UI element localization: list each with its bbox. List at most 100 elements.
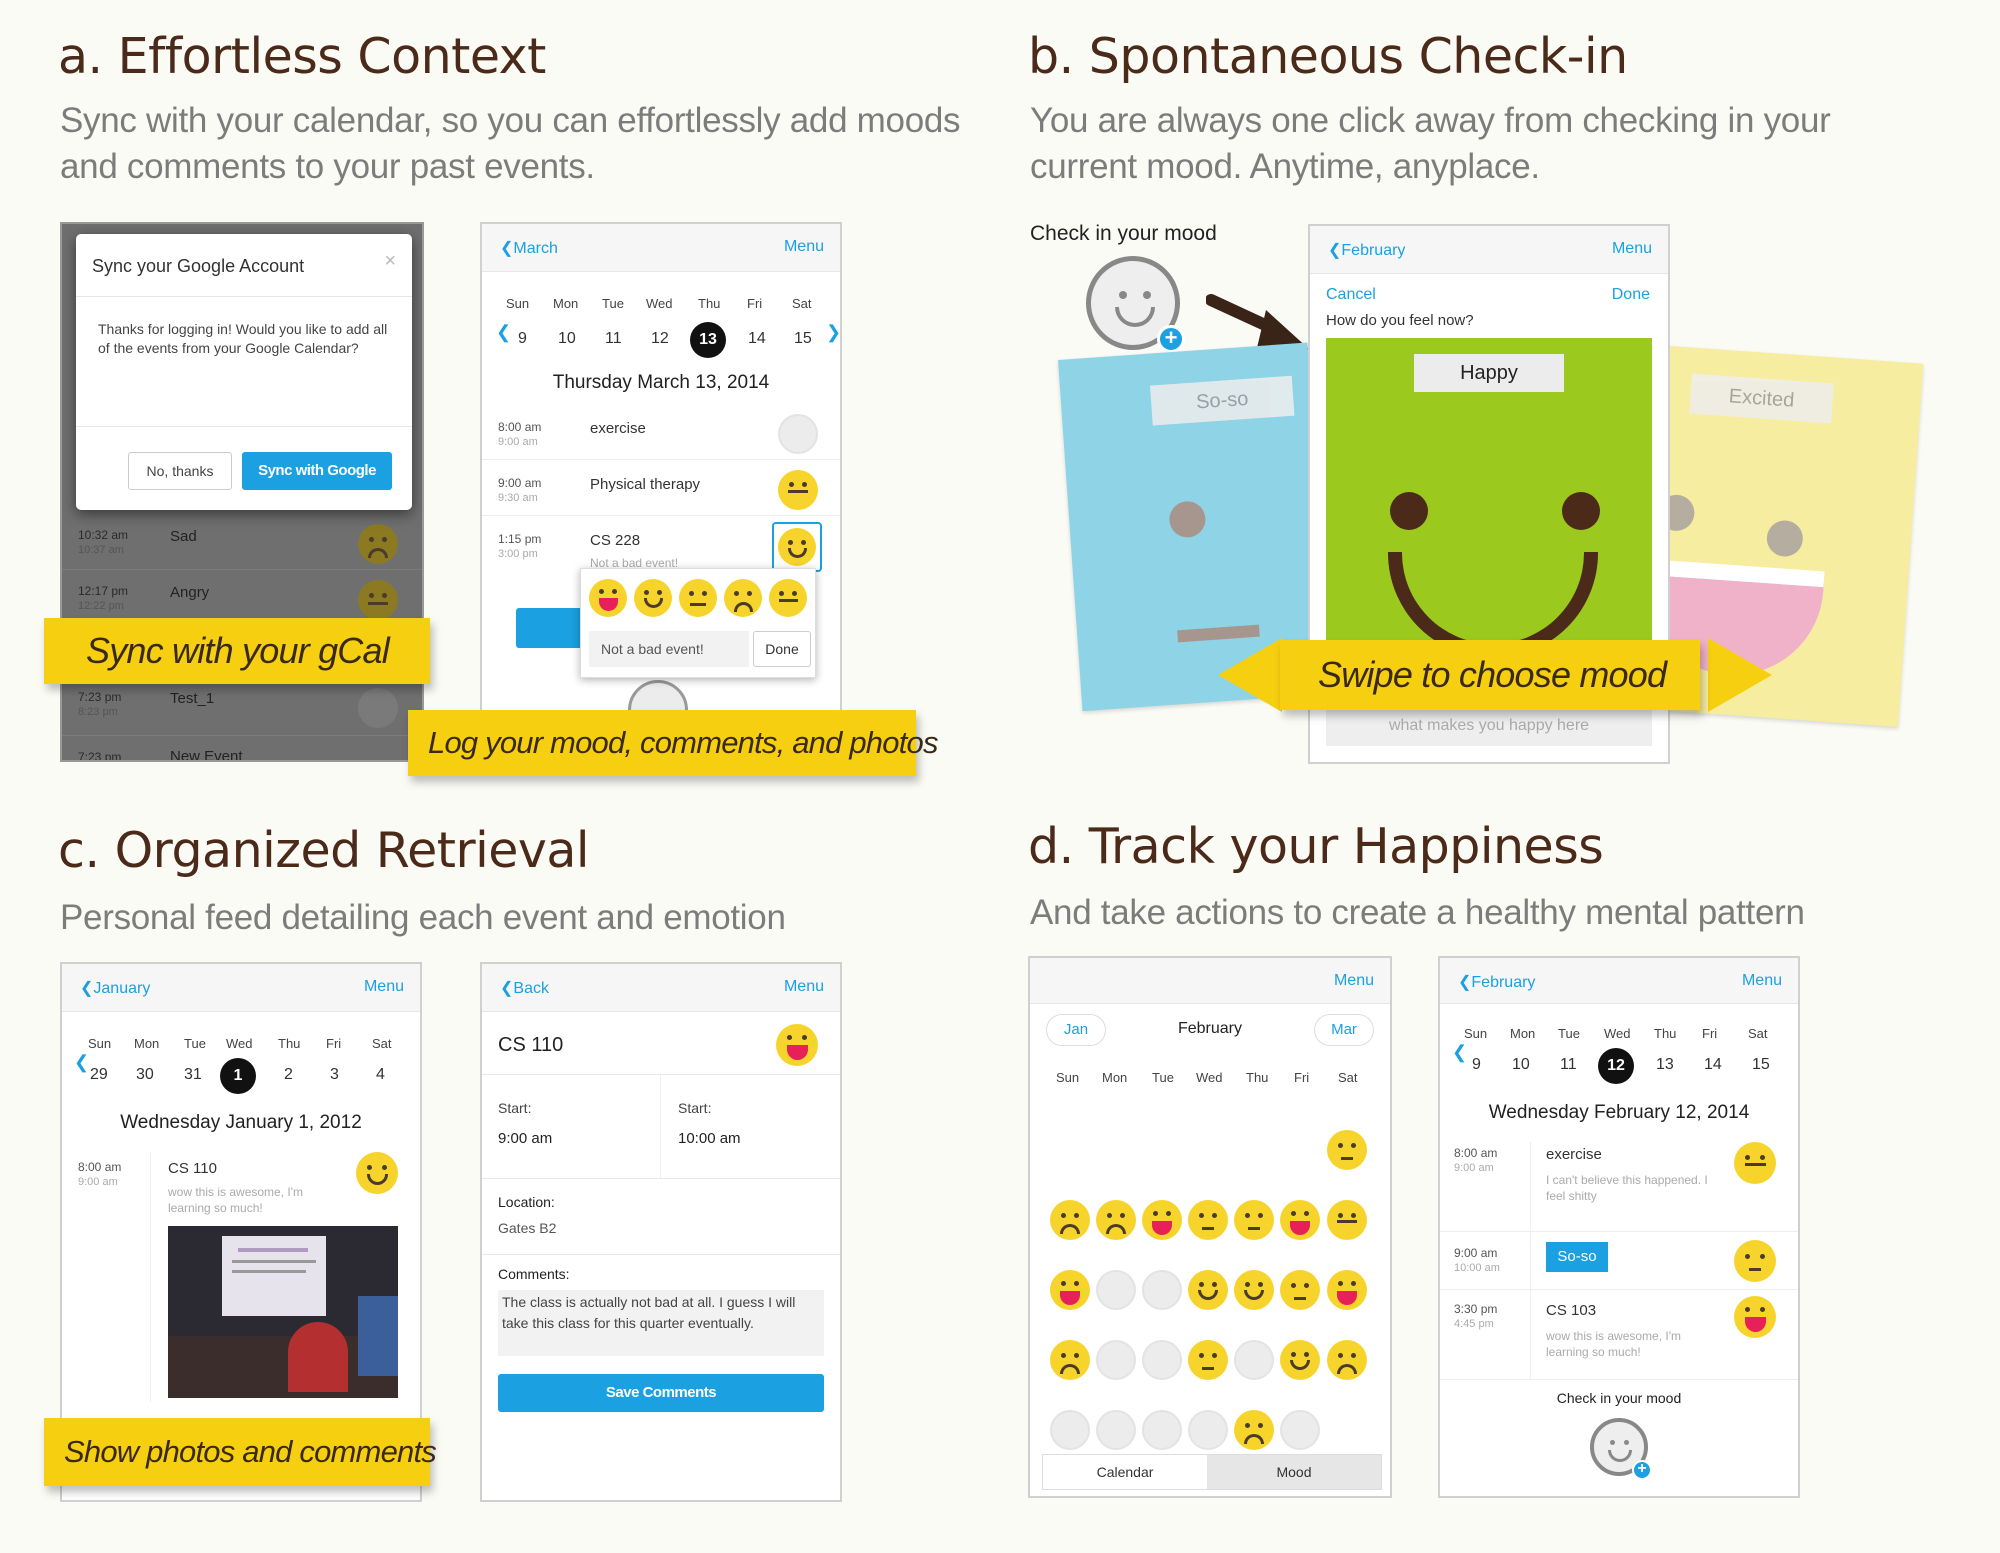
mood-day-cell[interactable] [1188,1270,1228,1310]
mood-popup: Not a bad event! Done [580,568,816,678]
event-row[interactable]: 9:00 am 10:00 am So-so [1440,1232,1798,1290]
excited-face-icon[interactable] [1734,1296,1776,1338]
happy-face-icon[interactable] [356,1152,398,1194]
mood-day-cell[interactable] [1327,1200,1367,1240]
chevron-left-icon: ❮ [1458,974,1472,991]
feed-item[interactable]: 8:00 am 9:00 am CS 110 wow this is aweso… [62,1152,420,1402]
event-row[interactable]: 8:00 am 9:00 am exercise I can't believe… [1440,1142,1798,1232]
no-thanks-button[interactable]: No, thanks [128,452,232,490]
sad-face-icon [358,524,398,564]
menu-link[interactable]: Menu [1334,972,1374,990]
dialog-body: Thanks for logging in! Would you like to… [98,321,388,356]
mood-day-cell[interactable] [1050,1270,1090,1310]
excited-face-icon[interactable] [589,579,627,617]
happy-face-icon [778,528,816,566]
mood-selected-frame[interactable] [772,522,822,572]
done-link[interactable]: Done [1612,286,1650,304]
mood-day-cell[interactable] [1280,1270,1320,1310]
neutral-face-icon[interactable] [778,414,818,454]
angry-face-icon[interactable] [1734,1142,1776,1184]
event-photo[interactable] [168,1226,398,1398]
date-heading: Wednesday February 12, 2014 [1488,1102,1750,1123]
so-so-face-icon[interactable] [1734,1240,1776,1282]
event-row[interactable]: 1:15 pm 3:00 pm CS 228 Not a bad event! [482,516,840,572]
mood-day-cell[interactable] [1142,1410,1182,1450]
mood-day-cell[interactable] [1096,1410,1136,1450]
mood-day-cell[interactable] [1188,1410,1228,1450]
save-comments-button[interactable]: Save Comments [498,1374,824,1412]
next-month-button[interactable]: Mar [1314,1014,1374,1046]
cancel-link[interactable]: Cancel [1326,286,1376,304]
week-days: Sun Mon Tue Wed Thu Fri Sat [1464,1026,1768,1041]
back-link[interactable]: ❮Back [500,978,549,998]
comments-textarea[interactable]: The class is actually not bad at all. I … [498,1290,824,1356]
checkin-label: Check in your mood [1556,1390,1682,1406]
mood-day-cell[interactable] [1280,1410,1320,1450]
week-dates: 29 30 31 1 2 3 4 [70,1058,410,1098]
mood-day-cell[interactable] [1234,1200,1274,1240]
section-a-title: a. Effortless Context [58,28,546,85]
chevron-left-icon: ❮ [1328,242,1342,259]
mood-day-cell[interactable] [1327,1340,1367,1380]
section-d-subtitle: And take actions to create a healthy men… [1030,893,1805,932]
banner-swipe: Swipe to choose mood [1280,640,1700,710]
tab-calendar[interactable]: Calendar [1043,1455,1207,1489]
mood-day-cell[interactable] [1142,1200,1182,1240]
back-link[interactable]: ❮February [1328,240,1405,260]
mood-day-cell[interactable] [1050,1200,1090,1240]
event-row[interactable]: 8:00 am 9:00 am exercise [482,404,840,460]
angry-face-icon[interactable] [778,470,818,510]
mood-day-cell[interactable] [1142,1270,1182,1310]
sad-face-icon[interactable] [724,579,762,617]
mood-day-cell[interactable] [1096,1340,1136,1380]
mood-day-cell[interactable] [1142,1340,1182,1380]
popup-done-button[interactable]: Done [753,631,811,667]
mood-day-cell[interactable] [1234,1270,1274,1310]
week-days: Sun Mon Tue Wed Thu Fri Sat [506,296,812,311]
tab-mood[interactable]: Mood [1207,1455,1381,1489]
excited-face-icon[interactable] [776,1024,818,1066]
plus-icon: + [1157,325,1185,353]
comment-input[interactable]: Not a bad event! [589,631,749,667]
bg-row: 7:23 pm New Event [78,748,243,762]
menu-link[interactable]: Menu [1612,240,1652,258]
mood-day-cell[interactable] [1188,1200,1228,1240]
close-icon[interactable]: × [384,250,396,273]
angry-face-icon[interactable] [769,579,807,617]
month-days: Sun Mon Tue Wed Thu Fri Sat [1056,1070,1358,1085]
mood-day-cell[interactable] [1234,1410,1274,1450]
sync-with-google-button[interactable]: Sync with Google [242,452,392,490]
chevron-right-icon[interactable]: ❯ [826,322,840,343]
mood-day-cell[interactable] [1096,1200,1136,1240]
checkin-icon[interactable]: + [1590,1418,1652,1480]
date-heading: Wednesday January 1, 2012 [120,1112,362,1133]
section-b-title: b. Spontaneous Check-in [1028,28,1628,85]
menu-link[interactable]: Menu [784,978,824,996]
so-so-face-icon[interactable] [679,579,717,617]
mood-day-cell[interactable] [1327,1130,1367,1170]
section-a-subtitle: Sync with your calendar, so you can effo… [60,101,961,186]
section-c-subtitle: Personal feed detailing each event and e… [60,898,786,937]
event-row[interactable]: 3:30 pm 4:45 pm CS 103 wow this is aweso… [1440,1290,1798,1380]
menu-link[interactable]: Menu [784,238,824,256]
mood-day-cell[interactable] [1280,1200,1320,1240]
angry-face-icon [358,580,398,620]
mood-day-cell[interactable] [1096,1270,1136,1310]
back-link[interactable]: ❮March [500,238,558,258]
mood-day-cell[interactable] [1050,1410,1090,1450]
banner-show-photos: Show photos and comments [44,1418,437,1486]
mood-day-cell[interactable] [1327,1270,1367,1310]
checkin-icon[interactable]: + [1086,256,1185,353]
bg-row: 7:23 pm 8:23 pm Test_1 [62,680,422,736]
happy-face-icon[interactable] [634,579,672,617]
mood-day-cell[interactable] [1280,1340,1320,1380]
mood-day-cell[interactable] [1050,1340,1090,1380]
back-link[interactable]: ❮February [1458,972,1535,992]
menu-link[interactable]: Menu [1742,972,1782,990]
mood-day-cell[interactable] [1188,1340,1228,1380]
event-row[interactable]: 9:00 am 9:30 am Physical therapy [482,460,840,516]
menu-link[interactable]: Menu [364,978,404,996]
event-name: CS 110 [498,1034,564,1056]
back-link[interactable]: ❮January [80,978,150,998]
mood-day-cell[interactable] [1234,1340,1274,1380]
